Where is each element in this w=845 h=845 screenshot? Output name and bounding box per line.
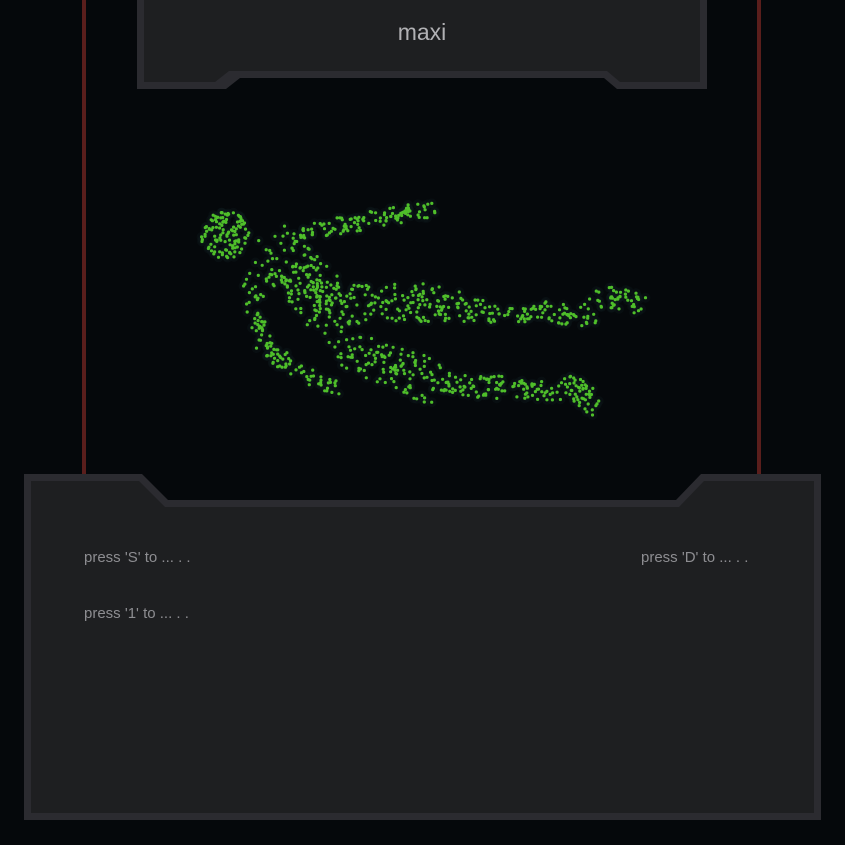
hint-d-key: press 'D' to ... . . bbox=[641, 549, 749, 566]
particle-figure[interactable] bbox=[180, 190, 660, 430]
hint-1-key: press '1' to ... . . bbox=[84, 605, 189, 622]
control-panel-inner bbox=[31, 481, 814, 813]
hint-s-key: press 'S' to ... . . bbox=[84, 549, 191, 566]
figure-halo bbox=[196, 198, 651, 420]
stage: maxi press 'S' to ... . . press 'D' to .… bbox=[0, 0, 845, 845]
page-title: maxi bbox=[397, 19, 447, 45]
